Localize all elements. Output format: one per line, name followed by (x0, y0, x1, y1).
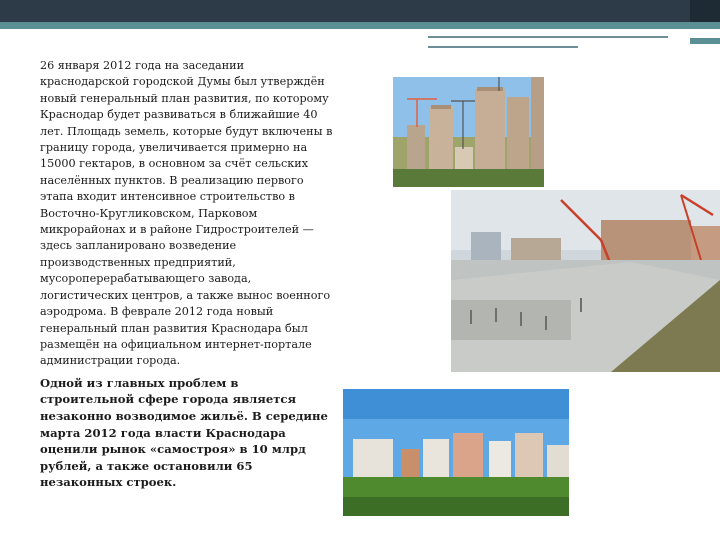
photo-highrise-construction (393, 77, 544, 187)
decorative-line (428, 46, 578, 48)
decorative-line (690, 38, 720, 44)
slide-text-column: 26 января 2012 года на заседании краснод… (40, 58, 336, 491)
header-corner-block (690, 0, 720, 22)
paragraph-illegal-construction: Одной из главных проблем в строительной … (40, 375, 328, 490)
paragraph-general-plan: 26 января 2012 года на заседании краснод… (40, 59, 333, 368)
photo-residential-skyline (343, 389, 569, 516)
header-accent-stripe (0, 22, 720, 29)
header-band (0, 0, 720, 22)
decorative-line (428, 36, 668, 38)
photo-construction-site (451, 190, 720, 372)
